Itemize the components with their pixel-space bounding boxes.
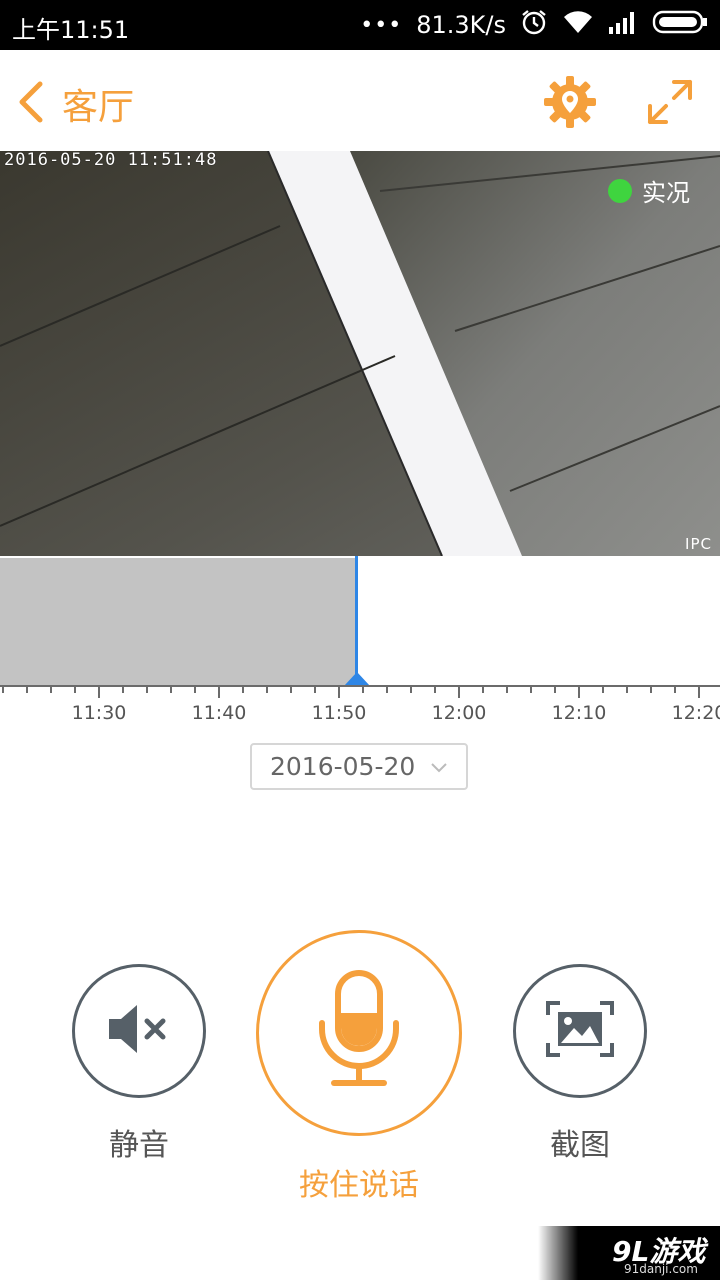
timeline-ticks: [2, 686, 700, 698]
wifi-icon: [562, 9, 594, 41]
timeline-label: 11:50: [311, 702, 367, 724]
settings-gear-icon[interactable]: [542, 74, 598, 130]
timeline-label: 11:30: [71, 702, 127, 724]
signal-icon: [608, 9, 638, 41]
playback-timeline[interactable]: 11:30 11:40 11:50 12:00 12:10 12:20: [0, 556, 720, 726]
camera-video-feed[interactable]: 2016-05-20 11:51:48 实况 IPC: [0, 151, 720, 556]
live-dot-icon: [608, 178, 632, 203]
timeline-cursor-handle[interactable]: [344, 672, 370, 686]
timeline-cursor[interactable]: [355, 556, 358, 686]
watermark-logo: 9L游戏 91danji.com: [538, 1226, 720, 1280]
status-dots: •••: [360, 12, 403, 38]
date-value: 2016-05-20: [270, 752, 416, 781]
back-icon[interactable]: [14, 80, 50, 124]
battery-icon: [652, 9, 708, 41]
speaker-mute-icon: [107, 1003, 171, 1059]
snapshot-button-circle[interactable]: [513, 964, 647, 1098]
mute-button-circle[interactable]: [72, 964, 206, 1098]
fullscreen-icon[interactable]: [644, 76, 696, 128]
live-label: 实况: [642, 179, 690, 207]
timeline-label: 12:00: [431, 702, 487, 724]
status-right: ••• 81.3K/s: [360, 8, 708, 42]
status-time: 上午11:51: [12, 16, 130, 44]
page-title: 客厅: [62, 87, 135, 128]
date-select[interactable]: 2016-05-20: [250, 743, 468, 790]
timeline-label: 11:40: [191, 702, 247, 724]
mute-label: 静音: [109, 1128, 169, 1163]
push-to-talk-circle[interactable]: [256, 930, 462, 1136]
timeline-label: 12:10: [551, 702, 607, 724]
video-timestamp: 2016-05-20 11:51:48: [4, 151, 218, 170]
title-bar: 客厅: [0, 50, 720, 151]
alarm-icon: [520, 8, 548, 42]
live-indicator: 实况: [608, 173, 690, 208]
video-frame-image: [0, 151, 720, 556]
camera-source-label: IPC: [685, 535, 712, 553]
push-to-talk-label: 按住说话: [299, 1168, 419, 1203]
chevron-down-icon: [430, 759, 448, 778]
microphone-icon: [314, 969, 404, 1097]
timeline-label: 12:20: [671, 702, 720, 724]
status-bar: 上午11:51 ••• 81.3K/s: [0, 0, 720, 50]
watermark-site: 91danji.com: [624, 1262, 698, 1276]
snapshot-label: 截图: [550, 1128, 610, 1163]
screenshot-image-icon: [546, 1001, 614, 1061]
network-speed: 81.3K/s: [416, 11, 506, 39]
recorded-segment: [0, 558, 355, 686]
